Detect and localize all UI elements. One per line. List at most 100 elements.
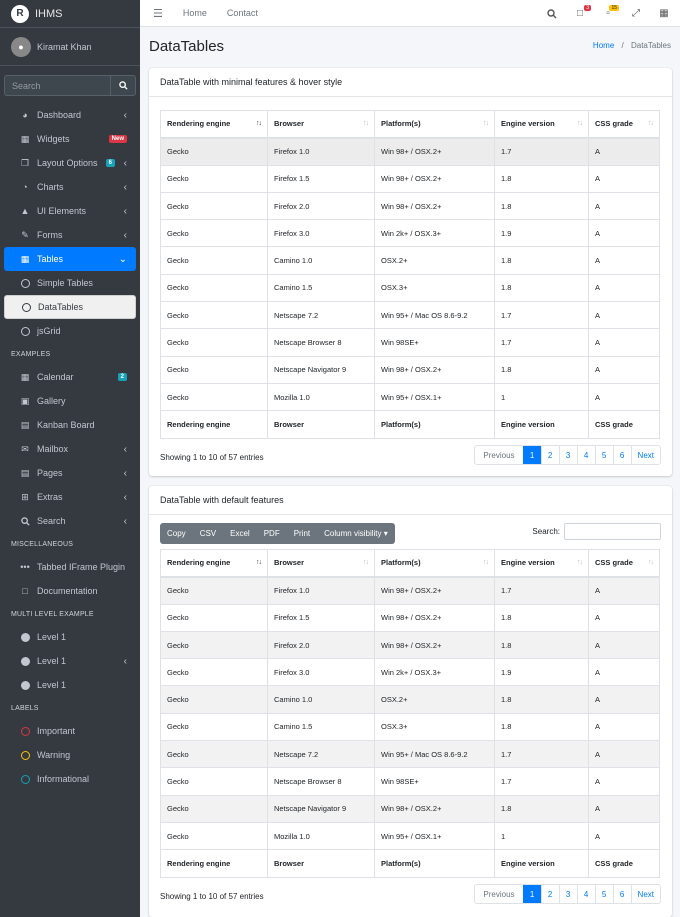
excel-button[interactable]: Excel — [223, 523, 257, 544]
table-cell: OSX.2+ — [374, 685, 495, 714]
sidebar-item-warning[interactable]: Warning — [4, 743, 136, 767]
sidebar-item-ui-elements[interactable]: ▲ UI Elements ‹ — [4, 199, 136, 223]
nav-link-contact[interactable]: Contact — [227, 8, 258, 18]
pagination: Previous 1 2 3 4 5 6 Next — [474, 884, 661, 904]
table-cell: Gecko — [160, 328, 268, 357]
sidebar-item-jsgrid[interactable]: jsGrid — [4, 319, 136, 343]
table-cell: 1.7 — [494, 740, 589, 769]
table-cell: Gecko — [160, 712, 268, 742]
nav-header-misc: MISCELLANEOUS — [11, 540, 74, 548]
sidebar-item-level1-b[interactable]: Level 1 — [4, 673, 136, 697]
menu-icon[interactable]: ☰ — [153, 7, 163, 20]
column-header-grade[interactable]: CSS grade ↑↓ — [588, 548, 660, 578]
widgets-icon: ▦ — [20, 133, 30, 144]
sidebar-item-gallery[interactable]: ▣ Gallery — [4, 389, 136, 413]
table-row: Gecko Camino 1.0 OSX.2+ 1.8 A — [160, 246, 660, 275]
fullscreen-button[interactable]: ⤢ — [630, 8, 642, 20]
column-header-browser[interactable]: Browser ↑↓ — [267, 548, 375, 578]
table-cell: Gecko — [160, 382, 268, 412]
column-footer: Rendering engine — [160, 410, 268, 439]
sidebar-item-calendar[interactable]: ▦ Calendar 2 — [4, 365, 136, 389]
column-visibility-button[interactable]: Column visibility ▾ — [317, 523, 395, 544]
page-5[interactable]: 5 — [594, 885, 613, 903]
breadcrumb-separator: / — [621, 41, 624, 50]
page-3[interactable]: 3 — [558, 446, 577, 464]
datatable-search-input[interactable] — [564, 523, 661, 540]
sidebar-item-widgets[interactable]: ▦ Widgets New — [4, 127, 136, 151]
breadcrumb-home[interactable]: Home — [593, 41, 614, 50]
page-2[interactable]: 2 — [540, 885, 559, 903]
chevron-left-icon: ‹ — [123, 109, 127, 121]
column-header-engine[interactable]: Rendering engine ↑↓ — [160, 109, 268, 139]
sidebar-item-informational[interactable]: Informational — [4, 767, 136, 791]
table-cell: Gecko — [160, 137, 268, 166]
sidebar-item-important[interactable]: Important — [4, 719, 136, 743]
page-1[interactable]: 1 — [522, 885, 541, 903]
sidebar-item-pages[interactable]: ▤ Pages ‹ — [4, 461, 136, 485]
messages-dropdown[interactable]: □ 3 — [574, 4, 591, 20]
nav-link-home[interactable]: Home — [183, 8, 207, 18]
nav-header-multilevel: MULTI LEVEL EXAMPLE — [11, 610, 94, 618]
sidebar-item-forms[interactable]: ✎ Forms ‹ — [4, 223, 136, 247]
sidebar-item-dashboard[interactable]: ◕ Dashboard ‹ — [4, 103, 136, 127]
page-3[interactable]: 3 — [558, 885, 577, 903]
page-next[interactable]: Next — [630, 885, 660, 903]
column-header-version[interactable]: Engine version ↑↓ — [494, 109, 589, 139]
sidebar-item-label: Layout Options — [37, 158, 98, 168]
page-6[interactable]: 6 — [612, 446, 631, 464]
sidebar-item-level1-sub[interactable]: Level 1 ‹ — [4, 649, 136, 673]
column-header-platform[interactable]: Platform(s) ↑↓ — [374, 109, 495, 139]
sidebar-item-label: DataTables — [38, 302, 84, 312]
table-cell: A — [588, 328, 660, 357]
card-title: DataTable with minimal features & hover … — [149, 68, 672, 97]
sidebar-item-kanban[interactable]: ▤ Kanban Board — [4, 413, 136, 437]
sidebar-item-simple-tables[interactable]: Simple Tables — [4, 271, 136, 295]
table-row: Gecko Netscape Navigator 9 Win 98+ / OSX.2… — [160, 794, 660, 823]
sidebar-item-layout[interactable]: ❐ Layout Options 6 ‹ — [4, 151, 136, 175]
table-cell: 1.7 — [494, 301, 589, 330]
csv-button[interactable]: CSV — [193, 523, 223, 544]
navbar-search-button[interactable] — [546, 8, 558, 20]
column-header-grade[interactable]: CSS grade ↑↓ — [588, 109, 660, 139]
column-header-browser[interactable]: Browser ↑↓ — [267, 109, 375, 139]
sidebar-search-input[interactable] — [4, 75, 110, 96]
page-4[interactable]: 4 — [576, 885, 595, 903]
column-header-label: CSS grade — [595, 558, 633, 568]
sidebar-item-search[interactable]: Search ‹ — [4, 509, 136, 533]
table-row: Gecko Camino 1.5 OSX.3+ 1.8 A — [160, 712, 660, 742]
user-panel[interactable]: ● Kiramat Khan — [0, 28, 140, 66]
sidebar-item-documentation[interactable]: □ Documentation — [4, 579, 136, 603]
sidebar-item-charts[interactable]: ◔ Charts ‹ — [4, 175, 136, 199]
sort-icon: ↑↓ — [256, 559, 262, 566]
page-1[interactable]: 1 — [522, 446, 541, 464]
layout-badge: 6 — [105, 159, 115, 167]
page-6[interactable]: 6 — [612, 885, 631, 903]
chevron-left-icon: ‹ — [123, 655, 127, 667]
sidebar-search-button[interactable] — [110, 75, 136, 96]
table-cell: 1.8 — [494, 273, 589, 303]
print-button[interactable]: Print — [287, 523, 317, 544]
notifications-badge: 15 — [609, 4, 619, 11]
sidebar-item-datatables[interactable]: DataTables — [4, 295, 136, 319]
page-5[interactable]: 5 — [594, 446, 613, 464]
page-2[interactable]: 2 — [540, 446, 559, 464]
page-previous[interactable]: Previous — [475, 885, 522, 903]
column-header-engine[interactable]: Rendering engine ↑↓ — [160, 548, 268, 578]
notifications-dropdown[interactable]: ▫ 15 — [602, 4, 619, 20]
copy-button[interactable]: Copy — [160, 523, 193, 544]
pdf-button[interactable]: PDF — [257, 523, 287, 544]
control-sidebar-button[interactable]: ▦ — [658, 8, 670, 20]
sidebar-item-tabbed-iframe[interactable]: ••• Tabbed IFrame Plugin — [4, 555, 136, 579]
sidebar-item-tables[interactable]: ▦ Tables ⌄ — [4, 247, 136, 271]
page-4[interactable]: 4 — [576, 446, 595, 464]
sidebar-item-mailbox[interactable]: ✉ Mailbox ‹ — [4, 437, 136, 461]
brand-link[interactable]: R IHMS — [0, 0, 140, 28]
column-header-platform[interactable]: Platform(s) ↑↓ — [374, 548, 495, 578]
example2-table: Rendering engine ↑↓ Browser ↑↓ Platform(s)… — [160, 109, 660, 439]
sidebar-item-level1[interactable]: Level 1 — [4, 625, 136, 649]
column-header-version[interactable]: Engine version ↑↓ — [494, 548, 589, 578]
page-next[interactable]: Next — [630, 446, 660, 464]
sidebar-item-extras[interactable]: ⊞ Extras ‹ — [4, 485, 136, 509]
page-previous[interactable]: Previous — [475, 446, 522, 464]
table-cell: 1.8 — [494, 685, 589, 714]
